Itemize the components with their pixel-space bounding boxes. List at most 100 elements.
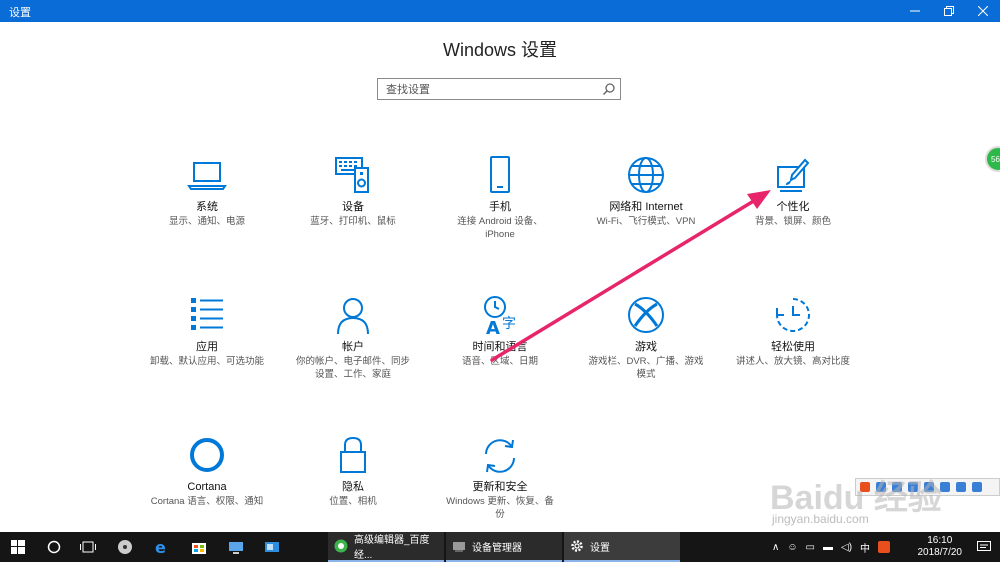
pinned-app-button[interactable]	[218, 532, 254, 562]
setting-desc: 蓝牙、打印机、鼠标	[310, 216, 396, 227]
search-box[interactable]	[377, 78, 621, 100]
monitor-app-icon	[229, 542, 243, 554]
input-method-indicator[interactable]: 中	[860, 540, 870, 555]
setting-accounts[interactable]: 帐户 你的帐户、电子邮件、同步 设置、工作、家庭	[283, 294, 423, 381]
person-icon	[337, 298, 369, 335]
svg-text:字: 字	[502, 316, 516, 332]
sogou-ime-icon[interactable]	[878, 541, 891, 553]
battery-icon[interactable]: ▬	[823, 542, 833, 553]
pinned-app-button[interactable]	[254, 532, 290, 562]
taskbar-item-label: 高级编辑器_百度经...	[354, 535, 430, 561]
setting-update-security[interactable]: 更新和安全 Windows 更新、恢复、备份	[430, 434, 570, 521]
minimize-button[interactable]	[898, 0, 932, 22]
setting-desc: 语音、区域、日期	[461, 356, 538, 367]
setting-desc: 卸载、默认应用、可选功能	[149, 356, 264, 367]
start-button[interactable]	[0, 532, 36, 562]
side-badge[interactable]: 56	[985, 146, 1000, 172]
volume-icon[interactable]: ◁)	[841, 542, 852, 553]
device-manager-icon	[453, 542, 465, 552]
search-input[interactable]	[384, 80, 598, 100]
setting-name: Cortana	[187, 481, 227, 493]
setting-desc: 你的帐户、电子邮件、同步 设置、工作、家庭	[295, 356, 410, 380]
setting-desc: 显示、通知、电源	[168, 216, 245, 227]
title-bar: 设置	[0, 0, 1000, 22]
setting-personalization[interactable]: 个性化 背景、锁屏、颜色	[723, 154, 863, 228]
toolbar-tool-icon[interactable]	[924, 482, 934, 492]
setting-name: 网络和 Internet	[609, 201, 683, 213]
setting-name: 帐户	[342, 341, 364, 353]
setting-desc: 讲述人、放大镜、高对比度	[735, 356, 850, 367]
setting-name: 时间和语言	[472, 341, 528, 353]
setting-ease-of-access[interactable]: 轻松使用 讲述人、放大镜、高对比度	[723, 294, 863, 368]
setting-gaming[interactable]: 游戏 游戏栏、DVR、广播、游戏 模式	[576, 294, 716, 381]
people-icon[interactable]: ☺	[787, 542, 797, 553]
taskbar: e 高级编辑器_百度经... 设备管理器 设置 ∧ ☺ ▭ ▬ ◁) 中 16:…	[0, 532, 1000, 562]
taskbar-item-label: 设置	[590, 542, 610, 554]
update-icon	[485, 439, 515, 473]
toolbar-tool-icon[interactable]	[956, 482, 966, 492]
page-title: Windows 设置	[442, 40, 558, 60]
setting-name: 个性化	[776, 201, 810, 213]
apps-icon	[191, 298, 223, 330]
store-button[interactable]	[181, 532, 217, 562]
close-icon	[978, 6, 988, 16]
setting-phone[interactable]: 手机 连接 Android 设备、 iPhone	[430, 154, 570, 241]
cortana-search-button[interactable]	[36, 532, 72, 562]
edge-button[interactable]: e	[144, 532, 180, 562]
setting-cortana[interactable]: Cortana Cortana 语言、权限、通知	[137, 434, 277, 508]
toolbar-logo-icon[interactable]	[860, 482, 870, 492]
setting-desc: Cortana 语言、权限、通知	[150, 496, 264, 507]
setting-devices[interactable]: 设备 蓝牙、打印机、鼠标	[283, 154, 423, 228]
setting-desc: 连接 Android 设备、 iPhone	[457, 216, 543, 240]
clock-date: 2018/7/20	[917, 547, 963, 558]
setting-system[interactable]: 系统 显示、通知、电源	[137, 154, 277, 228]
taskbar-item-settings[interactable]: 设置	[564, 532, 680, 562]
taskbar-item-browser[interactable]: 高级编辑器_百度经...	[328, 532, 444, 562]
fan-app-icon	[118, 540, 132, 554]
search-icon[interactable]	[602, 82, 616, 96]
lock-icon	[340, 436, 366, 473]
browser-icon	[334, 539, 348, 553]
setting-desc: 背景、锁屏、颜色	[754, 216, 831, 227]
clock-time: 16:10	[927, 535, 953, 546]
setting-desc: 位置、相机	[329, 496, 377, 507]
task-view-icon	[80, 541, 96, 553]
gear-icon	[571, 540, 583, 552]
clock[interactable]: 16:10 2018/7/20	[918, 535, 963, 559]
setting-network[interactable]: 网络和 Internet Wi-Fi、飞行模式、VPN	[576, 154, 716, 228]
floating-toolbar[interactable]	[855, 478, 1000, 496]
toolbar-tool-icon[interactable]	[908, 482, 918, 492]
close-button[interactable]	[966, 0, 1000, 22]
toolbar-tool-icon[interactable]	[892, 482, 902, 492]
setting-name: 轻松使用	[771, 341, 815, 353]
toolbar-tool-icon[interactable]	[972, 482, 982, 492]
toolbar-tool-icon[interactable]	[876, 482, 886, 492]
xbox-icon	[628, 297, 664, 333]
show-hidden-icons-button[interactable]: ∧	[772, 542, 779, 553]
setting-apps[interactable]: 应用 卸载、默认应用、可选功能	[137, 294, 277, 368]
globe-icon	[628, 157, 664, 193]
maximize-button[interactable]	[932, 0, 966, 22]
edge-icon: e	[155, 539, 166, 555]
cortana-circle-icon	[47, 540, 61, 554]
pinned-app-button[interactable]	[107, 532, 143, 562]
windows-logo-icon	[11, 540, 25, 554]
time-language-icon: A字	[484, 296, 516, 338]
setting-name: 设备	[342, 201, 364, 213]
notification-center-button[interactable]	[968, 532, 1000, 562]
toolbar-tool-icon[interactable]	[940, 482, 950, 492]
setting-time-language[interactable]: A字 时间和语言 语音、区域、日期	[430, 294, 570, 368]
network-icon[interactable]: ▭	[806, 542, 815, 553]
setting-privacy[interactable]: 隐私 位置、相机	[283, 434, 423, 508]
svg-text:A: A	[486, 318, 500, 338]
store-icon	[192, 543, 206, 554]
setting-name: 更新和安全	[472, 481, 528, 493]
setting-name: 手机	[489, 201, 511, 213]
restore-icon	[944, 6, 954, 16]
svg-text:e: e	[155, 539, 166, 555]
taskbar-item-device-manager[interactable]: 设备管理器	[446, 532, 562, 562]
setting-desc: 游戏栏、DVR、广播、游戏 模式	[588, 356, 704, 380]
task-view-button[interactable]	[70, 532, 106, 562]
setting-name: 游戏	[635, 341, 657, 353]
devices-icon	[335, 157, 369, 193]
